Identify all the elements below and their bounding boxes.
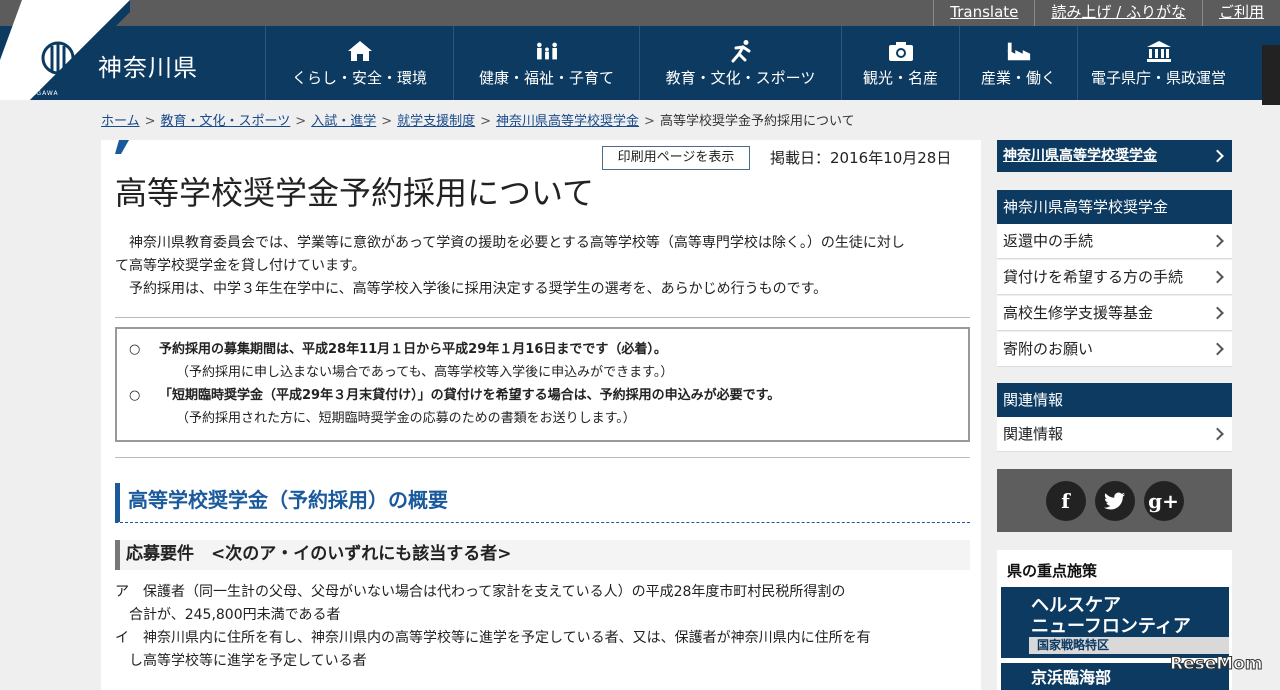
sidebar-item-label: 高校生修学支援等基金 [1003,304,1154,322]
chevron-right-icon [1211,427,1224,441]
publish-date: 掲載日：2016年10月28日 [770,149,952,167]
requirement-a: ア 保護者（同一生計の父母、父母がいない場合は代わって家計を支えている人）の平成… [115,584,846,600]
main-nav: くらし・安全・環境 健康・福祉・子育て 教育・文化・スポーツ 観光・名産 産業・… [265,26,1239,100]
divider [115,317,970,318]
utility-bar: Translate 読み上げ / ふりがな ご利用 [0,0,1280,26]
divider [115,457,970,458]
bullet-circle: ○ [129,342,141,357]
sidebar-item-fund[interactable]: 高校生修学支援等基金 [997,296,1232,331]
corner-mark-icon [115,140,129,154]
main-content: 印刷用ページを表示 掲載日：2016年10月28日 高等学校奨学金予約採用につい… [101,140,981,690]
runner-icon [728,39,754,63]
breadcrumb-separator: > [644,114,655,129]
requirement-b: イ 神奈川県内に住所を有し、神奈川県内の高等学校等に進学を予定している者、又は、… [115,630,871,646]
google-plus-icon[interactable]: g+ [1143,480,1184,521]
camera-icon [888,39,914,63]
notice-text: 「短期臨時奨学金（平成29年３月末貸付け）」の貸付けを希望する場合は、予約採用の… [159,388,781,403]
house-icon [347,39,373,63]
twitter-icon[interactable] [1094,480,1135,521]
notice-item: ○ 「短期臨時奨学金（平成29年３月末貸付け）」の貸付けを希望する場合は、予約採… [129,384,968,407]
breadcrumb-home[interactable]: ホーム [101,114,140,129]
nav-item-health[interactable]: 健康・福祉・子育て [453,26,639,100]
print-page-button[interactable]: 印刷用ページを表示 [602,146,750,170]
requirement-a-cont: 合計が、245,800円未満である者 [129,607,341,623]
sidebar-top-link[interactable]: 神奈川県高等学校奨学金 [997,140,1232,172]
factory-icon [1006,39,1032,63]
section-heading: 高等学校奨学金（予約採用）の概要 [115,483,970,523]
site-header: 神奈川県 KANAGAWA くらし・安全・環境 健康・福祉・子育て 教育・文化・… [0,0,1280,100]
notice-text: 予約採用の募集期間は、平成28年11月１日から平成29年１月16日までです（必着… [159,342,667,357]
breadcrumb-scholarship[interactable]: 神奈川県高等学校奨学金 [496,114,639,129]
breadcrumb-support[interactable]: 就学支援制度 [397,114,475,129]
translate-link[interactable]: Translate [933,0,1034,26]
nav-label: 健康・福祉・子育て [478,68,614,87]
nav-item-living[interactable]: くらし・安全・環境 [265,26,453,100]
notice-box: ○ 予約採用の募集期間は、平成28年11月１日から平成29年１月16日までです（… [115,327,970,442]
scroll-edge [1262,45,1280,105]
watermark-logo: ReseMom [1170,654,1264,675]
nav-label: くらし・安全・環境 [291,68,427,87]
sidebar-item-donation[interactable]: 寄附のお願い [997,332,1232,367]
breadcrumb-separator: > [381,114,393,129]
sidebar-item-label: 関連情報 [1003,425,1064,443]
breadcrumb-education[interactable]: 教育・文化・スポーツ [161,114,291,129]
intro-line: 神奈川県教育委員会では、学業等に意欲があって学資の援助を必要とする高等学校等（高… [129,235,905,251]
chevron-right-icon [1211,270,1224,284]
requirements-list: ア 保護者（同一生計の父母、父母がいない場合は代わって家計を支えている人）の平成… [115,581,970,673]
healthcare-banner[interactable]: ヘルスケア ニューフロンティア 国家戦略特区 [1001,587,1229,658]
usage-link[interactable]: ご利用 [1201,0,1280,26]
breadcrumb: ホーム > 教育・文化・スポーツ > 入試・進学 > 就学支援制度 > 神奈川県高等学校奨学金 >… [101,110,855,129]
nav-item-industry[interactable]: 産業・働く [959,26,1077,100]
breadcrumb-separator: > [144,114,156,129]
banner-line: ニューフロンティア [1031,616,1191,637]
nav-label: 観光・名産 [862,68,938,87]
intro-line: て高等学校奨学金を貸し付けています。 [115,258,366,274]
requirement-b-cont: し高等学校等に進学を予定している者 [129,653,367,669]
nav-item-government[interactable]: 電子県庁・県政運営 [1077,26,1239,100]
priority-title: 県の重点施策 [1007,562,1098,580]
breadcrumb-separator: > [295,114,307,129]
breadcrumb-entrance[interactable]: 入試・進学 [311,114,376,129]
sidebar-section-heading: 神奈川県高等学校奨学金 [997,190,1232,224]
chevron-right-icon [1211,234,1224,248]
nav-label: 産業・働く [980,68,1056,87]
sidebar-item-label: 寄附のお願い [1003,340,1094,358]
breadcrumb-separator: > [480,114,492,129]
family-icon [534,39,560,63]
subsection-heading: 応募要件 <次のア・イのいずれにも該当する者> [115,540,970,570]
sidebar-item-label: 返還中の手続 [1003,232,1094,250]
sidebar-section-heading: 関連情報 [997,383,1232,417]
utility-links: Translate 読み上げ / ふりがな ご利用 [933,0,1280,26]
nav-label: 電子県庁・県政運営 [1090,68,1226,87]
notice-item: ○ 予約採用の募集期間は、平成28年11月１日から平成29年１月16日までです（… [129,338,968,361]
social-links: f g+ [997,469,1232,532]
chevron-right-icon [1211,306,1224,320]
sidebar-item-related[interactable]: 関連情報 [997,417,1232,452]
breadcrumb-current: 高等学校奨学金予約採用について [659,114,855,129]
facebook-icon[interactable]: f [1045,480,1086,521]
banner-tag: 国家戦略特区 [1029,637,1229,654]
notice-subtext: （予約採用に申し込まない場合であっても、高等学校等入学後に申込みができます。） [176,365,674,380]
notice-subtext: （予約採用された方に、短期臨時奨学金の応募のための書類をお送りします。） [176,411,636,426]
chevron-right-icon [1211,149,1224,163]
sidebar-item-label: 貸付けを希望する方の手続 [1003,268,1184,286]
chevron-right-icon [1211,342,1224,356]
nav-item-tourism[interactable]: 観光・名産 [841,26,959,100]
read-aloud-link[interactable]: 読み上げ / ふりがな [1034,0,1202,26]
nav-label: 教育・文化・スポーツ [665,68,816,87]
logo-text: 神奈川県 [98,54,198,82]
logo[interactable]: 神奈川県 KANAGAWA [0,0,265,100]
sidebar-item-apply[interactable]: 貸付けを希望する方の手続 [997,260,1232,295]
intro-line: 予約採用は、中学３年生在学中に、高等学校入学後に採用決定する奨学生の選考を、あら… [129,281,828,297]
nav-item-education[interactable]: 教育・文化・スポーツ [639,26,841,100]
bullet-circle: ○ [129,388,141,403]
sidebar-top-link-label: 神奈川県高等学校奨学金 [1003,148,1157,164]
logo-small-text: KANAGAWA [16,90,59,97]
sidebar-item-repayment[interactable]: 返還中の手続 [997,224,1232,259]
government-building-icon [1146,39,1172,63]
page-title: 高等学校奨学金予約採用について [115,174,595,212]
intro-text: 神奈川県教育委員会では、学業等に意欲があって学資の援助を必要とする高等学校等（高… [115,232,970,301]
